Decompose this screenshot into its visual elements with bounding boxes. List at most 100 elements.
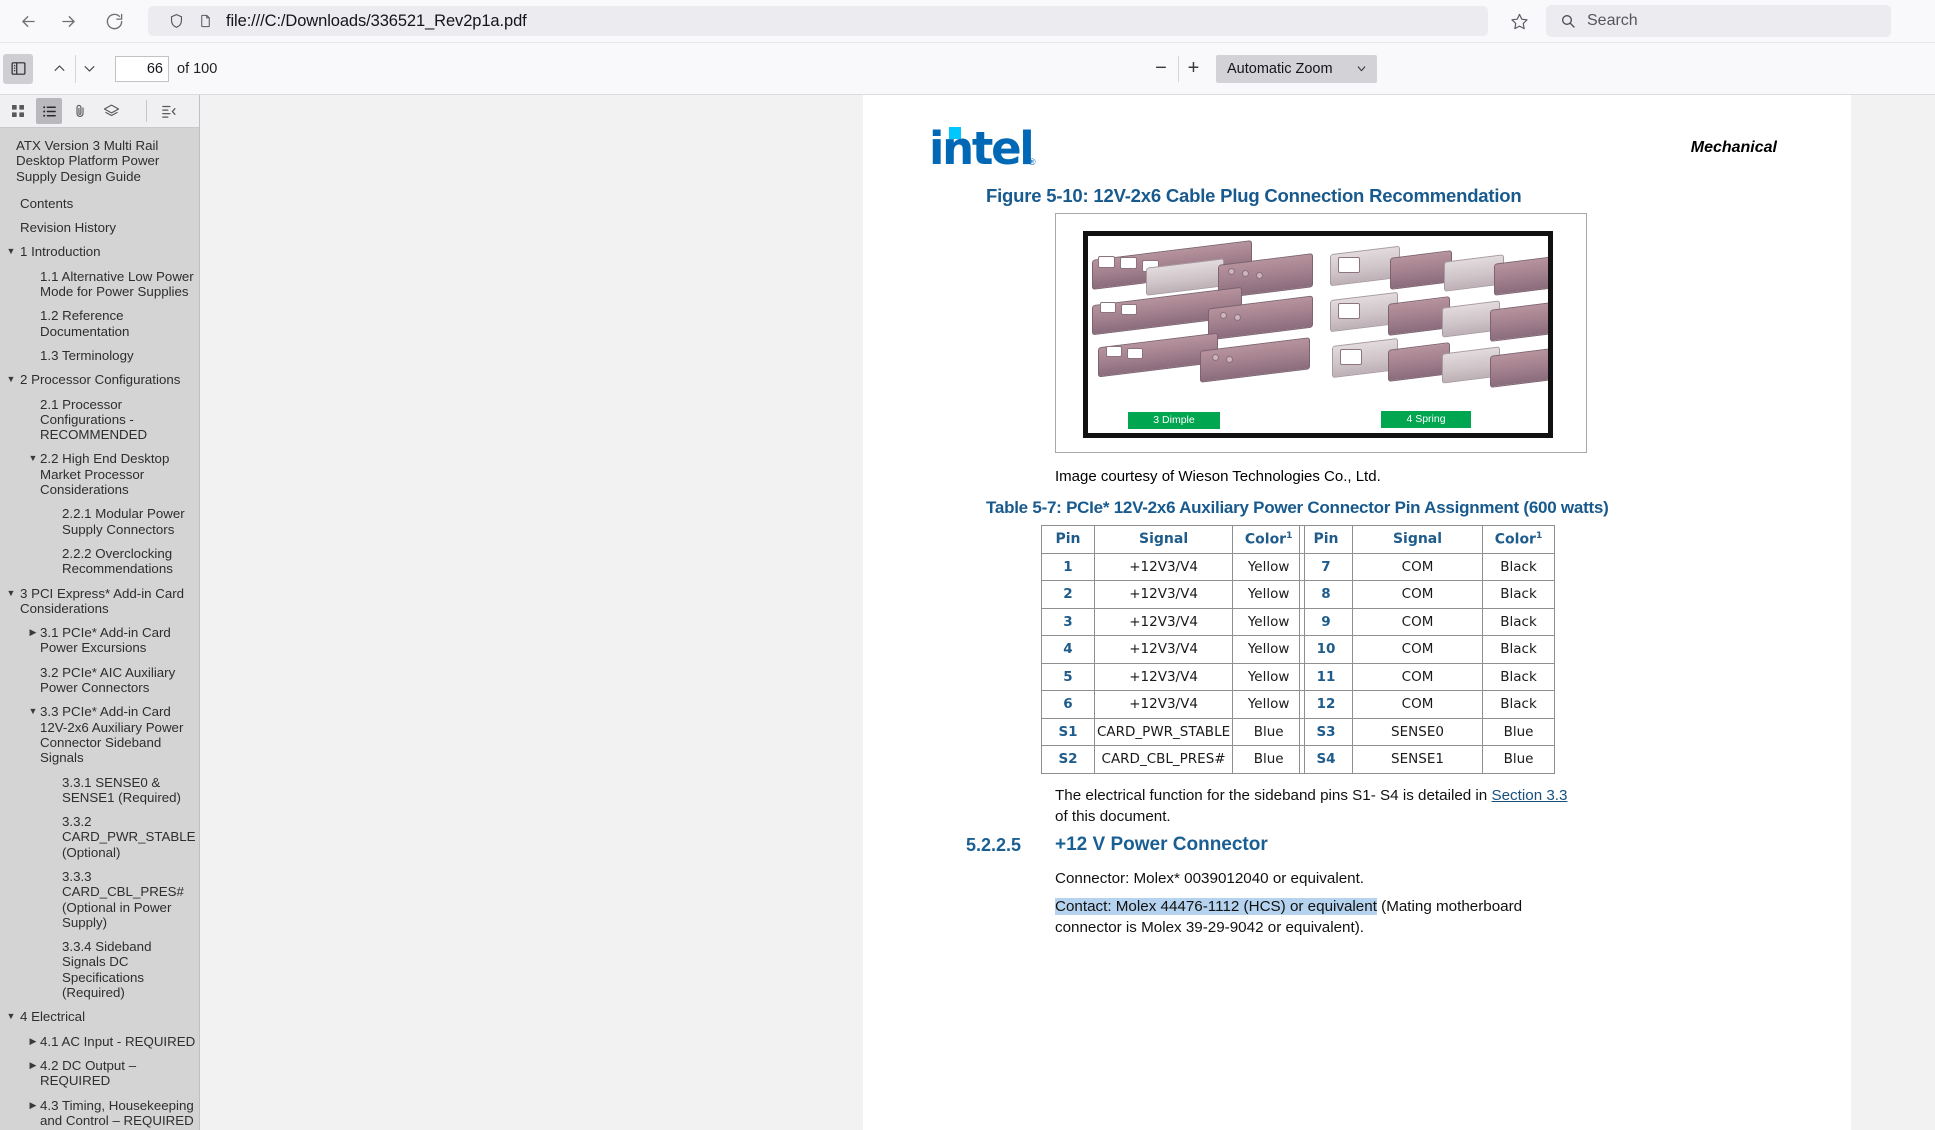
outline-item-label: 3.3.2 CARD_PWR_STABLE (Optional) (62, 814, 196, 860)
outline-item[interactable]: 2.2.1 Modular Power Supply Connectors (0, 506, 199, 537)
cell-pin: S4 (1299, 745, 1353, 774)
list-icon[interactable] (36, 98, 62, 124)
outline-item-label: Revision History (20, 220, 117, 236)
table-row: 9 COM Black (1299, 607, 1555, 636)
zoom-controls: − + Automatic Zoom (1148, 54, 1377, 83)
outline-item-label: 4.3 Timing, Housekeeping and Control – R… (40, 1097, 194, 1128)
zoom-out-button[interactable]: − (1148, 56, 1174, 82)
cell-color: Blue (1482, 717, 1555, 746)
table-row: 3 +12V3/V4 Yellow (1041, 607, 1306, 636)
zoom-level-label: Automatic Zoom (1227, 60, 1333, 77)
outline-item-label: 4.1 AC Input - REQUIRED (40, 1033, 196, 1049)
collapsed-triangle-icon[interactable]: ▶ (28, 625, 38, 640)
table-row: S4 SENSE1 Blue (1299, 745, 1555, 774)
table-row: 11 COM Black (1299, 662, 1555, 691)
cell-signal: COM (1352, 607, 1483, 636)
collapsed-triangle-icon[interactable]: ▶ (28, 1034, 38, 1049)
cell-signal: +12V3/V4 (1093, 690, 1234, 719)
browser-search-box[interactable]: Search (1546, 5, 1891, 37)
collapsed-triangle-icon[interactable]: ▶ (28, 1098, 38, 1113)
cell-pin: 8 (1299, 580, 1353, 609)
cell-pin: S2 (1041, 745, 1095, 774)
main-area: ATX Version 3 Multi Rail Desktop Platfor… (0, 95, 1935, 1130)
header-pin: Pin (1299, 525, 1353, 554)
back-button[interactable] (10, 3, 46, 39)
current-outline-icon[interactable] (155, 98, 181, 124)
outline-item[interactable]: ▶ 4.1 AC Input - REQUIRED (0, 1034, 199, 1049)
browser-chrome: file:///C:/Downloads/336521_Rev2p1a.pdf … (0, 0, 1935, 43)
outline-item[interactable]: 3.2 PCIe* AIC Auxiliary Power Connectors (0, 665, 199, 696)
outline-item-label: 1 Introduction (20, 244, 101, 260)
outline-item[interactable]: 3.3.1 SENSE0 & SENSE1 (Required) (0, 775, 199, 806)
expanded-triangle-icon[interactable]: ▼ (6, 372, 16, 387)
pdf-sidebar: ATX Version 3 Multi Rail Desktop Platfor… (0, 95, 200, 1130)
outline-item-label: 2.2.1 Modular Power Supply Connectors (62, 506, 185, 537)
thumbnails-icon[interactable] (5, 98, 31, 124)
next-page-button[interactable] (75, 54, 103, 83)
paperclip-icon[interactable] (67, 98, 93, 124)
cell-pin: 12 (1299, 690, 1353, 719)
outline-item[interactable]: ▼ 4 Electrical (0, 1009, 199, 1024)
outline-doc-title[interactable]: ATX Version 3 Multi Rail Desktop Platfor… (0, 138, 199, 184)
layers-icon[interactable] (98, 98, 124, 124)
cell-signal: CARD_PWR_STABLE (1093, 717, 1234, 746)
address-bar[interactable]: file:///C:/Downloads/336521_Rev2p1a.pdf (148, 6, 1488, 36)
table-row: S1 CARD_PWR_STABLE Blue (1041, 717, 1306, 746)
table-row: S2 CARD_CBL_PRES# Blue (1041, 745, 1306, 774)
outline-item[interactable]: 2.1 Processor Configurations - RECOMMEND… (0, 397, 199, 443)
cell-color: Yellow (1232, 690, 1306, 719)
header-pin: Pin (1041, 525, 1095, 554)
expanded-triangle-icon[interactable]: ▼ (28, 451, 38, 466)
document-outline[interactable]: ATX Version 3 Multi Rail Desktop Platfor… (0, 128, 199, 1130)
outline-item[interactable]: ▼ 1 Introduction (0, 244, 199, 259)
cell-signal: COM (1352, 635, 1483, 664)
outline-item[interactable]: 2.2.2 Overclocking Recommendations (0, 546, 199, 577)
url-text: file:///C:/Downloads/336521_Rev2p1a.pdf (226, 11, 527, 30)
outline-item[interactable]: 3.3.4 Sideband Signals DC Specifications… (0, 939, 199, 1000)
expanded-triangle-icon[interactable]: ▼ (6, 244, 16, 259)
expanded-triangle-icon[interactable]: ▼ (28, 704, 38, 719)
outline-item[interactable]: ▶ 4.3 Timing, Housekeeping and Control – … (0, 1098, 199, 1129)
section-3-3-link[interactable]: Section 3.3 (1491, 787, 1567, 804)
forward-button[interactable] (50, 3, 86, 39)
header-signal: Signal (1352, 525, 1483, 554)
page-number-input[interactable] (115, 55, 169, 82)
outline-item-label: 1.2 Reference Documentation (40, 308, 130, 339)
star-icon[interactable] (1502, 4, 1536, 38)
collapsed-triangle-icon[interactable]: ▶ (28, 1058, 38, 1073)
pdf-viewer[interactable]: intel ® Mechanical Figure 5-10: 12V-2x6 … (200, 95, 1935, 1130)
zoom-level-select[interactable]: Automatic Zoom (1216, 54, 1377, 83)
expanded-triangle-icon[interactable]: ▼ (6, 586, 16, 601)
reload-button[interactable] (96, 3, 132, 39)
table-header-row: Pin Signal Color1 (1299, 525, 1555, 554)
sidebar-toggle-icon[interactable] (3, 53, 33, 84)
outline-item[interactable]: 1.3 Terminology (0, 348, 199, 363)
header-color-superscript: 1 (1535, 530, 1543, 541)
outline-item[interactable]: ▼ 2 Processor Configurations (0, 372, 199, 387)
table-row: S3 SENSE0 Blue (1299, 717, 1555, 746)
outline-item[interactable]: 1.1 Alternative Low Power Mode for Power… (0, 269, 199, 300)
page-count-label: of 100 (177, 60, 218, 77)
outline-item[interactable]: ▶ 4.2 DC Output – REQUIRED (0, 1058, 199, 1089)
outline-item[interactable]: Contents (0, 196, 199, 211)
outline-item[interactable]: ▼ 2.2 High End Desktop Market Processor C… (0, 451, 199, 497)
shield-icon[interactable] (168, 12, 185, 30)
expanded-triangle-icon[interactable]: ▼ (6, 1009, 16, 1024)
outline-item[interactable]: Revision History (0, 220, 199, 235)
zoom-in-button[interactable]: + (1178, 55, 1204, 82)
outline-item-label: 2.1 Processor Configurations - RECOMMEND… (40, 396, 148, 443)
outline-item[interactable]: 1.2 Reference Documentation (0, 308, 199, 339)
outline-item[interactable]: 3.3.2 CARD_PWR_STABLE (Optional) (0, 814, 199, 860)
cell-pin: 5 (1041, 662, 1095, 691)
cell-color: Blue (1232, 745, 1306, 774)
table-row: 7 COM Black (1299, 552, 1555, 581)
intel-logo: intel (929, 122, 1035, 175)
outline-item[interactable]: ▼ 3.3 PCIe* Add-in Card 12V-2x6 Auxiliary… (0, 704, 199, 765)
cell-pin: S3 (1299, 717, 1353, 746)
sidebar-resizer[interactable] (195, 128, 199, 1130)
previous-page-button[interactable] (45, 55, 73, 83)
outline-item[interactable]: ▶ 3.1 PCIe* Add-in Card Power Excursions (0, 625, 199, 656)
outline-item[interactable]: ▼ 3 PCI Express* Add-in Card Consideratio… (0, 586, 199, 617)
outline-item[interactable]: 3.3.3 CARD_CBL_PRES# (Optional in Power … (0, 869, 199, 930)
page-header-right: Mechanical (1690, 139, 1777, 156)
